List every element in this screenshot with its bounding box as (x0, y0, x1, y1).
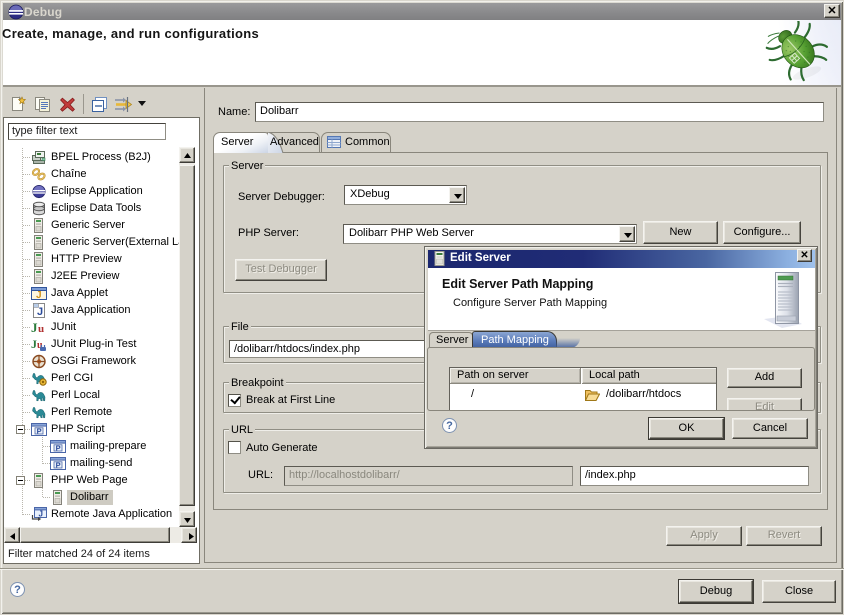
svg-text:J: J (31, 320, 38, 335)
svg-text:J: J (39, 510, 43, 519)
svg-text:J: J (37, 306, 43, 318)
svg-text:P: P (37, 426, 42, 435)
svg-text:J: J (36, 290, 42, 301)
svg-text:P: P (56, 460, 61, 469)
svg-text:u: u (38, 323, 44, 335)
svg-text:P: P (56, 443, 61, 452)
